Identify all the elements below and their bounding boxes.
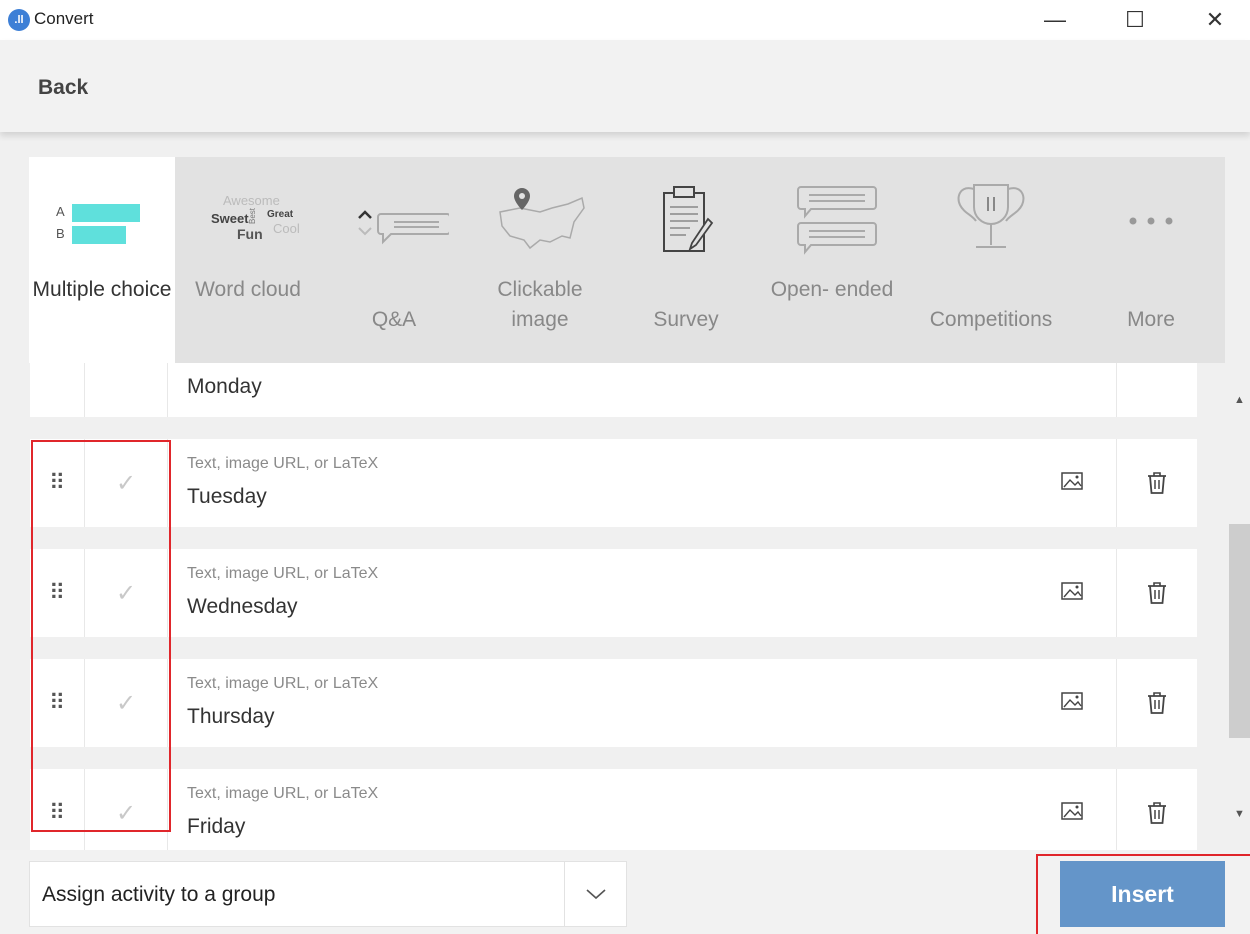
activity-type-label: Survey: [653, 308, 719, 331]
activity-type-more[interactable]: More: [1077, 157, 1225, 363]
option-row: ⠿ ✓ Text, image URL, or LaTeX Thursday: [30, 659, 1197, 747]
back-button[interactable]: Back: [38, 76, 88, 100]
option-row: ⠿ ✓ Text, image URL, or LaTeX Friday: [30, 769, 1197, 850]
delete-button[interactable]: [1116, 549, 1197, 637]
drag-handle-icon[interactable]: ⠿: [30, 439, 85, 527]
delete-button[interactable]: [1116, 769, 1197, 850]
map-pin-icon: [467, 181, 613, 261]
title-bar: .ll Convert — ☐ ✕: [0, 0, 1250, 40]
scroll-down-arrow-icon[interactable]: ▼: [1229, 808, 1250, 828]
trash-icon: [1148, 472, 1166, 494]
activity-type-bar: A B Multiple choice Awesome Sweet Best G…: [29, 157, 1225, 363]
activity-type-qa[interactable]: Q&A: [321, 157, 467, 363]
correct-answer-checkbox[interactable]: ✓: [85, 659, 168, 747]
clipboard-icon: [613, 181, 759, 261]
qa-icon: [321, 181, 467, 261]
delete-button[interactable]: [1116, 439, 1197, 527]
trash-icon: [1148, 802, 1166, 824]
main-content: A B Multiple choice Awesome Sweet Best G…: [0, 132, 1250, 850]
correct-answer-checkbox[interactable]: ✓: [85, 439, 168, 527]
drag-handle-icon[interactable]: ⠿: [30, 769, 85, 850]
group-select[interactable]: Assign activity to a group: [29, 861, 627, 927]
option-row: ⠿ ✓ Text, image URL, or LaTeX Wednesday: [30, 549, 1197, 637]
activity-type-label: Clickable image: [497, 278, 583, 331]
mc-letter-b: B: [56, 226, 65, 241]
trophy-icon: [905, 181, 1077, 261]
drag-handle-icon[interactable]: ⠿: [30, 659, 85, 747]
window-title: Convert: [34, 9, 94, 28]
svg-text:Fun: Fun: [237, 226, 263, 242]
svg-text:Awesome: Awesome: [223, 193, 280, 208]
vertical-scrollbar[interactable]: ▲ ▼: [1229, 362, 1250, 850]
insert-button[interactable]: Insert: [1060, 861, 1225, 927]
app-logo-icon: .ll: [8, 9, 30, 31]
add-image-icon[interactable]: [1060, 469, 1084, 493]
add-image-icon[interactable]: [1060, 799, 1084, 823]
option-row: ⠿ ✓ Text, image URL, or LaTeX Tuesday: [30, 439, 1197, 527]
option-placeholder: Text, image URL, or LaTeX: [187, 565, 379, 582]
option-input[interactable]: Friday: [187, 815, 245, 839]
activity-type-survey[interactable]: Survey: [613, 157, 759, 363]
activity-type-open-ended[interactable]: Open- ended: [759, 157, 905, 363]
activity-type-multiple-choice[interactable]: A B Multiple choice: [29, 157, 175, 363]
svg-text:Best: Best: [248, 207, 257, 224]
word-cloud-icon: Awesome Sweet Best Great Fun Cool: [175, 181, 321, 261]
activity-type-competitions[interactable]: Competitions: [905, 157, 1077, 363]
active-tab-pointer: [89, 363, 115, 376]
group-dropdown-button[interactable]: [564, 862, 626, 926]
add-image-icon[interactable]: [1060, 689, 1084, 713]
option-placeholder: Text, image URL, or LaTeX: [187, 455, 379, 472]
open-ended-icon: [759, 181, 905, 261]
chevron-down-icon: [585, 889, 606, 900]
option-input[interactable]: Wednesday: [187, 595, 298, 619]
options-list: Monday ⠿ ✓ Text, image URL, or LaTeX Tue…: [0, 329, 1220, 850]
trash-icon: [1148, 692, 1166, 714]
drag-handle-icon[interactable]: ⠿: [30, 549, 85, 637]
correct-answer-checkbox[interactable]: ✓: [85, 769, 168, 850]
activity-type-label: More: [1127, 308, 1175, 331]
svg-text:Cool: Cool: [273, 221, 300, 236]
trash-icon: [1148, 582, 1166, 604]
maximize-button[interactable]: ☐: [1110, 0, 1160, 40]
option-input[interactable]: Monday: [187, 375, 262, 399]
delete-button[interactable]: [1116, 659, 1197, 747]
activity-type-label: Word cloud: [195, 278, 301, 301]
correct-answer-checkbox[interactable]: ✓: [85, 549, 168, 637]
option-placeholder: Text, image URL, or LaTeX: [187, 785, 379, 802]
option-input[interactable]: Tuesday: [187, 485, 267, 509]
top-toolbar: Back: [0, 40, 1250, 132]
close-button[interactable]: ✕: [1190, 0, 1240, 40]
activity-type-clickable-image[interactable]: Clickable image: [467, 157, 613, 363]
footer-bar: Assign activity to a group Insert: [0, 850, 1250, 934]
activity-type-label: Multiple choice: [32, 278, 172, 301]
activity-type-label: Open- ended: [770, 278, 894, 301]
svg-text:Sweet: Sweet: [211, 211, 249, 226]
activity-type-label: Competitions: [929, 308, 1053, 331]
add-image-icon[interactable]: [1060, 579, 1084, 603]
scroll-up-arrow-icon[interactable]: ▲: [1229, 394, 1250, 414]
more-icon: [1077, 181, 1225, 261]
option-placeholder: Text, image URL, or LaTeX: [187, 675, 379, 692]
svg-text:Great: Great: [267, 209, 294, 220]
activity-type-word-cloud[interactable]: Awesome Sweet Best Great Fun Cool Word c…: [175, 157, 321, 363]
scroll-thumb[interactable]: [1229, 524, 1250, 738]
multiple-choice-icon: A B: [29, 181, 175, 261]
group-select-label: Assign activity to a group: [42, 883, 276, 906]
option-input[interactable]: Thursday: [187, 705, 275, 729]
mc-letter-a: A: [56, 204, 65, 219]
activity-type-label: Q&A: [371, 308, 417, 331]
minimize-button[interactable]: —: [1030, 0, 1080, 40]
